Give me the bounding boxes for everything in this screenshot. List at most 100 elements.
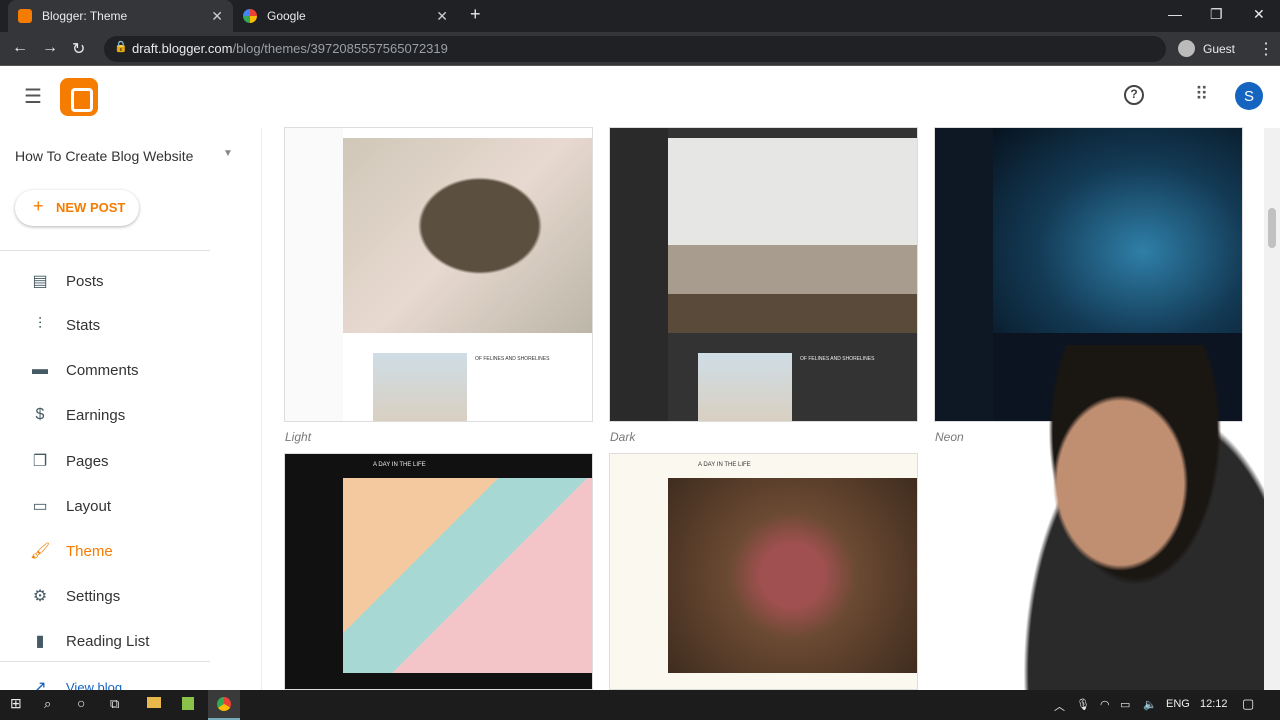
- new-post-button[interactable]: + NEW POST: [15, 190, 139, 226]
- thumb-headline: OF FELINES AND SHORELINES: [800, 356, 875, 362]
- cat-image: [343, 138, 592, 333]
- theme-card-4[interactable]: A DAY IN THE LIFE: [284, 453, 593, 690]
- label: Comments: [66, 361, 139, 379]
- profile-label: Guest: [1203, 41, 1236, 56]
- thumb-sidebar: [285, 128, 343, 421]
- label: Reading List: [66, 632, 150, 650]
- blogger-favicon-icon: [18, 9, 32, 23]
- sidebar-item-stats[interactable]: ⫶ Stats: [30, 316, 100, 334]
- webcam-overlay: [990, 345, 1280, 690]
- google-favicon-icon: [243, 9, 257, 23]
- lock-icon: 🔒: [114, 41, 128, 53]
- theme-card-light[interactable]: OF FELINES AND SHORELINES: [284, 127, 593, 422]
- dropdown-arrow-icon: ▼: [223, 148, 233, 159]
- minimize-button[interactable]: —: [1168, 6, 1182, 22]
- windows-start-icon[interactable]: ⊞: [10, 695, 22, 712]
- url-path: /blog/themes/3972085557565072319: [232, 41, 448, 56]
- divider: [0, 250, 210, 251]
- new-tab-button[interactable]: +: [470, 4, 481, 25]
- address-bar-row: ← → ↻ 🔒 draft.blogger.com/blog/themes/39…: [0, 32, 1280, 66]
- divider: [0, 661, 210, 662]
- profile-button[interactable]: Guest: [1178, 40, 1235, 57]
- tab-bar: Blogger: Theme ✕ Google ✕ + — ❐ ✕: [0, 0, 1280, 32]
- tab-blogger-theme[interactable]: Blogger: Theme ✕: [8, 0, 233, 32]
- label: Theme: [66, 542, 113, 560]
- task-view-icon[interactable]: ⧉: [110, 696, 119, 712]
- blog-selector[interactable]: How To Create Blog Website ▼: [15, 148, 233, 164]
- new-post-label: NEW POST: [56, 200, 126, 215]
- notepad-icon[interactable]: [182, 697, 194, 710]
- browser-menu-icon[interactable]: ⋮: [1258, 39, 1274, 59]
- posts-icon: ▤: [32, 273, 48, 290]
- cortana-icon[interactable]: ○: [77, 695, 85, 711]
- tab-google[interactable]: Google ✕: [233, 0, 458, 32]
- tab-label: Blogger: Theme: [42, 9, 128, 23]
- pages-icon: ❐: [32, 453, 48, 470]
- scrollbar[interactable]: [1264, 128, 1280, 690]
- chrome-taskbar-button[interactable]: [208, 690, 240, 720]
- restore-button[interactable]: ❐: [1210, 6, 1223, 23]
- file-explorer-icon[interactable]: [147, 697, 161, 708]
- clock[interactable]: 12:12: [1200, 698, 1228, 710]
- sidebar: How To Create Blog Website ▼ + NEW POST ▤ P…: [0, 128, 262, 696]
- volume-icon[interactable]: 🔈: [1143, 698, 1157, 711]
- beach-image: [698, 353, 792, 421]
- reload-button[interactable]: ↻: [72, 39, 85, 59]
- back-button[interactable]: ←: [12, 39, 28, 57]
- help-icon[interactable]: ?: [1124, 85, 1144, 105]
- blog-name: How To Create Blog Website: [15, 148, 194, 164]
- living-room-image: [668, 138, 917, 333]
- sidebar-item-theme[interactable]: 🖌 Theme: [30, 541, 113, 561]
- stats-icon: ⫶: [37, 316, 42, 333]
- wifi-icon[interactable]: ◠: [1100, 698, 1110, 711]
- close-tab-icon[interactable]: ✕: [211, 8, 223, 25]
- tray-chevron-icon[interactable]: ︿: [1054, 698, 1065, 714]
- scrollbar-thumb[interactable]: [1268, 208, 1276, 248]
- thumb-banner: A DAY IN THE LIFE: [373, 462, 426, 468]
- hamburger-menu-icon[interactable]: ☰: [24, 84, 42, 109]
- plus-icon: +: [33, 196, 44, 216]
- language-indicator[interactable]: ENG: [1166, 698, 1190, 710]
- blogger-header: ☰ ? ⠿ S: [0, 66, 1264, 128]
- beach-image: [373, 353, 467, 421]
- sidebar-item-posts[interactable]: ▤ Posts: [30, 271, 104, 291]
- theme-card-5[interactable]: A DAY IN THE LIFE: [609, 453, 918, 690]
- sidebar-item-settings[interactable]: ⚙ Settings: [30, 586, 120, 606]
- spaceship-image: [993, 128, 1242, 333]
- apps-grid-icon[interactable]: ⠿: [1195, 84, 1208, 105]
- search-icon[interactable]: ⌕: [44, 696, 51, 712]
- cosmetics-image: [343, 478, 592, 673]
- layout-icon: ▭: [32, 498, 48, 515]
- sidebar-item-earnings[interactable]: $ Earnings: [30, 406, 126, 424]
- sidebar-item-layout[interactable]: ▭ Layout: [30, 496, 111, 516]
- thumb-sidebar: [935, 128, 993, 421]
- tab-label: Google: [267, 9, 306, 23]
- thumb-banner: A DAY IN THE LIFE: [698, 462, 751, 468]
- sidebar-item-reading-list[interactable]: ▮ Reading List: [30, 631, 150, 651]
- notifications-icon[interactable]: ▢: [1242, 696, 1254, 712]
- sidebar-item-comments[interactable]: ▬ Comments: [30, 361, 139, 379]
- label: Earnings: [66, 406, 126, 424]
- theme-label-neon: Neon: [935, 430, 964, 444]
- url-host: draft.blogger.com: [132, 41, 233, 56]
- sidebar-item-pages[interactable]: ❐ Pages: [30, 451, 109, 471]
- label: Stats: [66, 316, 101, 334]
- thumb-sidebar: [610, 128, 668, 421]
- forward-button[interactable]: →: [42, 39, 58, 57]
- url-input[interactable]: 🔒 draft.blogger.com/blog/themes/39720855…: [104, 36, 1166, 62]
- avatar[interactable]: S: [1235, 82, 1263, 110]
- comments-icon: ▬: [32, 361, 48, 378]
- thumb-sidebar: [285, 454, 343, 689]
- theme-card-dark[interactable]: OF FELINES AND SHORELINES: [609, 127, 918, 422]
- paint-roller-icon: 🖌: [30, 543, 51, 560]
- theme-label-dark: Dark: [610, 430, 636, 444]
- gear-icon: ⚙: [32, 588, 48, 605]
- blogger-logo[interactable]: [60, 78, 98, 116]
- close-window-button[interactable]: ✕: [1253, 6, 1265, 23]
- label: Posts: [66, 272, 104, 290]
- close-tab-icon[interactable]: ✕: [436, 8, 448, 25]
- battery-icon[interactable]: ▭: [1120, 698, 1130, 711]
- label: Settings: [66, 587, 121, 605]
- theme-label-light: Light: [285, 430, 312, 444]
- microphone-icon[interactable]: 🎙: [1076, 698, 1090, 711]
